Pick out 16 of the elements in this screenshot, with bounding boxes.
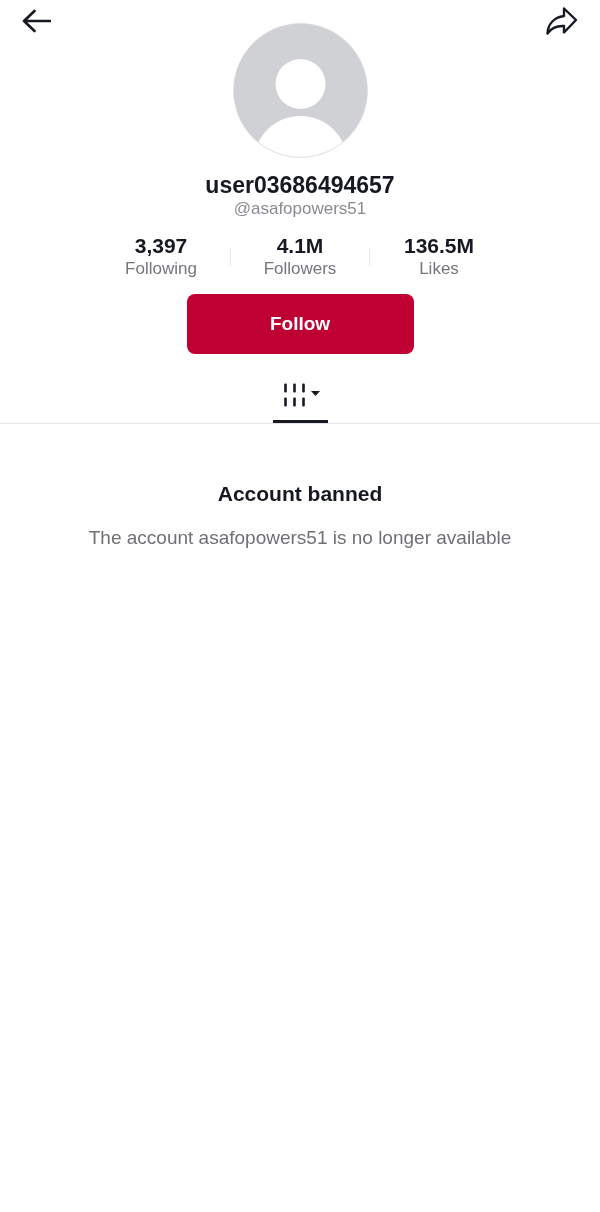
back-arrow-icon[interactable]	[22, 9, 51, 33]
stat-label: Likes	[419, 258, 459, 280]
empty-state-title: Account banned	[216, 482, 384, 506]
stat-label: Following	[125, 258, 197, 280]
follow-button[interactable]: Follow	[186, 294, 414, 354]
stat-value: 136.5M	[403, 234, 474, 258]
empty-state-message: The account asafopowers51 is no longer available	[87, 527, 513, 549]
user-handle: @asafopowers51	[232, 199, 368, 219]
stat-value: 3,397	[134, 234, 188, 258]
stat-value: 4.1M	[276, 234, 324, 258]
bars-icon	[282, 382, 307, 407]
person-silhouette-icon	[232, 23, 368, 158]
caret-icon	[310, 391, 320, 396]
display-name: user03686494657	[204, 172, 396, 198]
share-arrow-icon[interactable]	[545, 6, 578, 36]
stat-label: Followers	[263, 258, 337, 280]
